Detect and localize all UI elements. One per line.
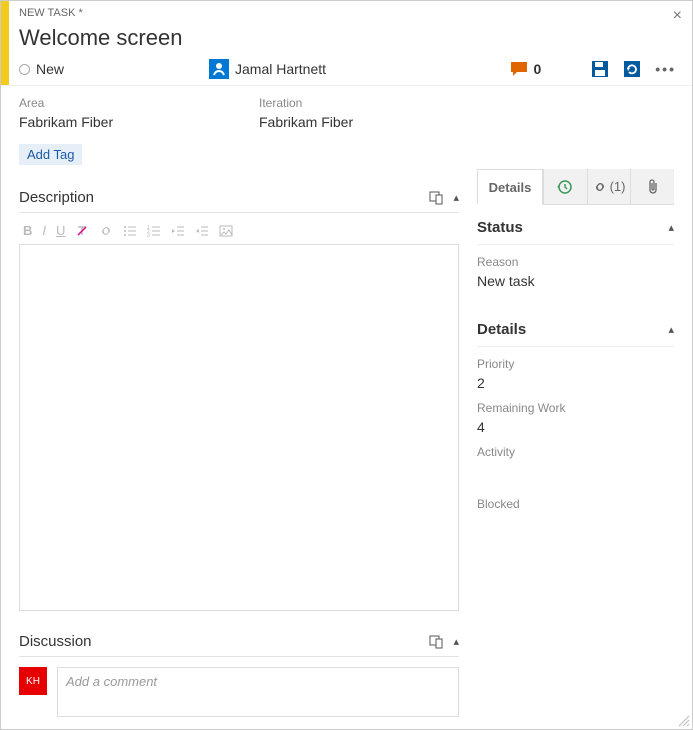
- activity-field[interactable]: [477, 463, 674, 479]
- tab-history[interactable]: [543, 169, 587, 204]
- number-list-button[interactable]: 123: [147, 224, 161, 238]
- priority-field[interactable]: 2: [477, 375, 674, 391]
- link-icon: [593, 180, 607, 194]
- right-tabs: Details (1): [477, 169, 674, 205]
- resize-grip-icon[interactable]: [676, 713, 690, 727]
- details-group-header[interactable]: Details: [477, 307, 674, 347]
- work-item-type-label: NEW TASK: [19, 7, 75, 19]
- current-user-avatar: KH: [19, 667, 47, 695]
- description-section-header: Description: [19, 185, 459, 213]
- status-group-title: Status: [477, 219, 668, 236]
- tab-links[interactable]: (1): [587, 169, 631, 204]
- underline-button[interactable]: U: [56, 223, 65, 238]
- avatar-icon: [209, 59, 229, 79]
- assignee-label: Jamal Hartnett: [235, 61, 326, 77]
- remaining-work-label: Remaining Work: [477, 401, 674, 415]
- form-body: Description B I U 123: [1, 165, 692, 729]
- discussion-section-header: Discussion: [19, 629, 459, 657]
- maximize-discussion-button[interactable]: [429, 635, 443, 649]
- svg-text:3: 3: [147, 233, 150, 238]
- comment-count-value: 0: [533, 61, 541, 77]
- blocked-label: Blocked: [477, 497, 674, 511]
- save-button[interactable]: [591, 60, 609, 78]
- close-button[interactable]: ×: [673, 7, 682, 25]
- history-icon: [557, 179, 573, 195]
- header-toolbar: •••: [591, 60, 676, 78]
- type-color-bar: [1, 1, 9, 85]
- discussion-count[interactable]: 0: [511, 61, 541, 77]
- bullet-list-button[interactable]: [123, 224, 137, 238]
- refresh-button[interactable]: [623, 60, 641, 78]
- outdent-button[interactable]: [171, 224, 185, 238]
- work-item-type: NEW TASK *: [19, 3, 676, 19]
- area-value: Fabrikam Fiber: [19, 110, 259, 134]
- description-editor[interactable]: [19, 244, 459, 611]
- priority-label: Priority: [477, 357, 674, 371]
- activity-label: Activity: [477, 445, 674, 459]
- italic-button[interactable]: I: [42, 223, 46, 238]
- more-actions-button[interactable]: •••: [655, 61, 676, 77]
- right-column: Details (1) Status Reason New task D: [477, 165, 692, 729]
- discussion-title: Discussion: [19, 633, 429, 650]
- comment-icon: [511, 62, 529, 76]
- blocked-field[interactable]: [477, 515, 674, 531]
- add-comment-input[interactable]: Add a comment: [57, 667, 459, 717]
- links-count: (1): [610, 179, 626, 194]
- form-header: NEW TASK * Welcome screen New Jamal: [1, 1, 692, 85]
- status-group-header[interactable]: Status: [477, 205, 674, 245]
- indent-button[interactable]: [195, 224, 209, 238]
- attachment-icon: [646, 179, 660, 195]
- work-item-form: × NEW TASK * Welcome screen New: [0, 0, 693, 730]
- iteration-field[interactable]: Iteration Fabrikam Fiber: [259, 96, 499, 134]
- area-field[interactable]: Area Fabrikam Fiber: [19, 96, 259, 134]
- tab-details[interactable]: Details: [477, 169, 543, 205]
- iteration-value: Fabrikam Fiber: [259, 110, 499, 134]
- bold-button[interactable]: B: [23, 223, 32, 238]
- classification-section: Area Fabrikam Fiber Iteration Fabrikam F…: [1, 85, 692, 165]
- state-label: New: [36, 61, 64, 77]
- rich-text-toolbar: B I U 123: [19, 213, 459, 244]
- collapse-status-button[interactable]: [668, 221, 674, 234]
- state-field[interactable]: New: [19, 61, 209, 77]
- assigned-to-field[interactable]: Jamal Hartnett: [209, 59, 429, 79]
- state-dot-icon: [19, 64, 30, 75]
- reason-field[interactable]: New task: [477, 273, 674, 289]
- description-title: Description: [19, 189, 429, 206]
- remaining-work-field[interactable]: 4: [477, 419, 674, 435]
- dirty-indicator: *: [79, 7, 83, 19]
- collapse-discussion-button[interactable]: [453, 635, 459, 649]
- collapse-description-button[interactable]: [453, 191, 459, 205]
- image-button[interactable]: [219, 224, 233, 238]
- clear-format-button[interactable]: [75, 224, 89, 238]
- link-button[interactable]: [99, 224, 113, 238]
- title-field[interactable]: Welcome screen: [19, 25, 676, 51]
- area-label: Area: [19, 96, 259, 110]
- reason-label: Reason: [477, 255, 674, 269]
- tab-attachments[interactable]: [630, 169, 674, 204]
- maximize-description-button[interactable]: [429, 191, 443, 205]
- collapse-details-button[interactable]: [668, 323, 674, 336]
- left-column: Description B I U 123: [1, 165, 477, 729]
- iteration-label: Iteration: [259, 96, 499, 110]
- details-group-title: Details: [477, 321, 668, 338]
- add-tag-button[interactable]: Add Tag: [19, 144, 82, 165]
